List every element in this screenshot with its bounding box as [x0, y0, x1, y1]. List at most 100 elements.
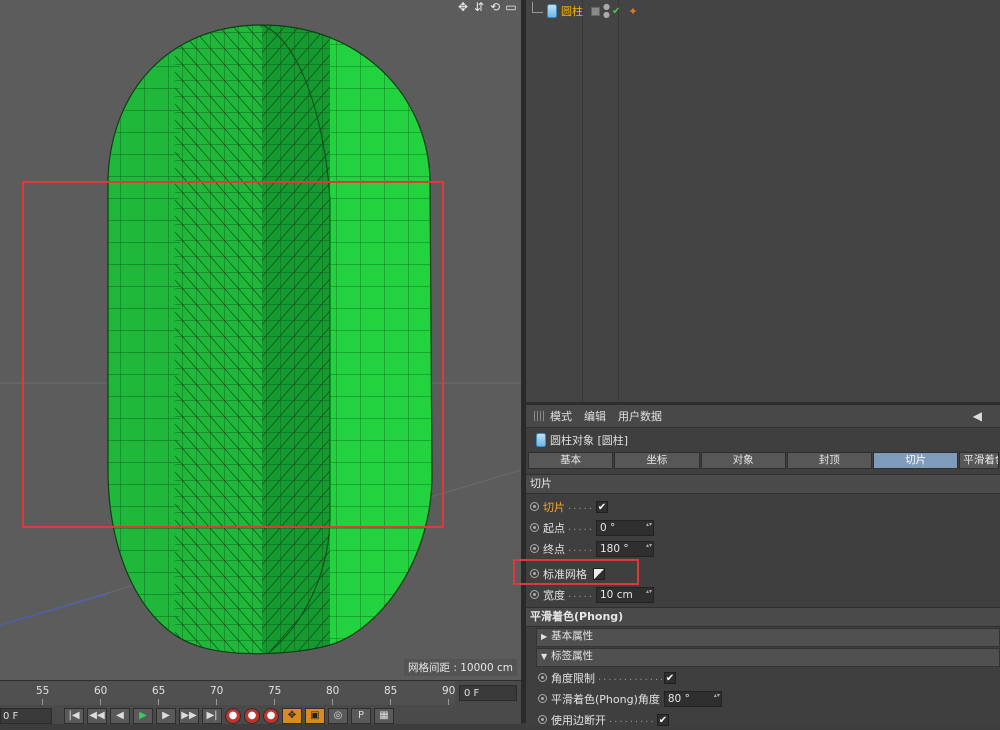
layer-flag-icon[interactable] — [591, 6, 600, 16]
cylinder-mesh[interactable] — [100, 20, 440, 670]
param-label: 切片 — [543, 500, 565, 514]
menu-user-data[interactable]: 用户数据 — [618, 408, 662, 424]
attribute-menu-bar: 模式 编辑 用户数据 ◀ — [526, 405, 1000, 428]
rotation-key-icon[interactable]: ◎ — [328, 708, 348, 724]
auto-key-icon[interactable]: ● — [244, 708, 260, 724]
section-phong-header: 平滑着色(Phong) — [526, 607, 1000, 627]
timeline[interactable]: 55 60 65 70 75 80 85 90 0 F 0 F |◀ ◀◀ ◀ … — [0, 680, 521, 724]
viewport-scene[interactable] — [0, 0, 521, 680]
tab-object[interactable]: 对象 — [700, 452, 786, 469]
param-standard-grid: 标准网格 — [526, 563, 1000, 584]
use-edge-break-checkbox[interactable]: ✔ — [657, 713, 669, 726]
maximize-view-icon[interactable]: ▭ — [505, 0, 517, 16]
visibility-dots-icon[interactable]: ● ● — [603, 3, 610, 19]
timeline-ruler[interactable]: 55 60 65 70 75 80 85 90 — [0, 681, 455, 705]
scale-key-icon[interactable]: ▣ — [305, 708, 325, 724]
start-frame-field[interactable]: 0 F — [0, 708, 52, 724]
back-arrow-icon[interactable]: ◀ — [973, 409, 982, 423]
attribute-tabs: 基本 坐标 对象 封顶 切片 平滑着色 — [528, 452, 1000, 470]
object-row-cylinder[interactable]: 圆柱 ● ● ✔ ✦ — [526, 1, 638, 20]
param-label: 标准网格 — [543, 567, 587, 581]
param-label: 使用边断开 — [551, 713, 606, 727]
current-frame-field[interactable]: 0 F — [459, 685, 517, 701]
animate-radio-icon[interactable] — [530, 544, 539, 553]
param-label: 起点 — [543, 521, 565, 535]
param-angle-limit: 角度限制 .............. ✔ — [526, 667, 1000, 688]
width-field[interactable]: 10 cm — [596, 586, 654, 603]
animate-radio-icon[interactable] — [530, 569, 539, 578]
tab-slice[interactable]: 切片 — [873, 452, 959, 469]
zoom-view-icon[interactable]: ⇵ — [473, 0, 485, 16]
move-key-icon[interactable]: ✥ — [282, 708, 302, 724]
param-slice: 切片 ..... ✔ — [526, 496, 1000, 517]
tick-label: 55 — [36, 685, 50, 697]
tick-label: 65 — [152, 685, 166, 697]
grid-spacing-label: 网格间距 : 10000 cm — [404, 659, 517, 676]
prev-frame-icon[interactable]: ◀ — [110, 708, 130, 724]
viewport-nav-icons: ✥ ⇵ ⟲ ▭ — [457, 0, 517, 16]
cylinder-icon — [547, 4, 557, 18]
attribute-manager: 模式 编辑 用户数据 ◀ 圆柱对象 [圆柱] 基本 坐标 对象 封顶 切片 平滑… — [513, 402, 1000, 727]
tab-basic[interactable]: 基本 — [528, 452, 614, 469]
tick-label: 90 — [442, 685, 456, 697]
keyframe-selection-icon[interactable]: ● — [263, 708, 279, 724]
param-label: 角度限制 — [551, 671, 595, 685]
param-key-icon[interactable]: P — [351, 708, 371, 724]
tick-label: 75 — [268, 685, 282, 697]
subsection-basic-header[interactable]: ▶ 基本属性 — [536, 628, 1000, 647]
section-slice-header: 切片 — [526, 474, 1000, 494]
phong-angle-field[interactable]: 80 ° — [663, 690, 722, 707]
axis-line — [0, 593, 109, 626]
object-title: 圆柱对象 [圆柱] — [550, 434, 629, 447]
tick-label: 80 — [326, 685, 340, 697]
param-start: 起点 ..... 0 ° — [526, 517, 1000, 538]
collapsed-arrow-icon: ▶ — [541, 632, 548, 641]
angle-limit-checkbox[interactable]: ✔ — [664, 671, 676, 684]
param-label: 宽度 — [543, 588, 565, 602]
enabled-check-icon[interactable]: ✔ — [612, 6, 620, 17]
param-label: 终点 — [543, 542, 565, 556]
animate-radio-icon[interactable] — [538, 694, 547, 703]
tab-coord[interactable]: 坐标 — [614, 452, 700, 469]
slice-checkbox[interactable]: ✔ — [596, 500, 608, 513]
go-to-end-icon[interactable]: ▶| — [202, 708, 222, 724]
prev-key-icon[interactable]: ◀◀ — [87, 708, 107, 724]
object-name[interactable]: 圆柱 — [561, 3, 583, 19]
start-angle-field[interactable]: 0 ° — [596, 519, 654, 536]
playback-controls: |◀ ◀◀ ◀ ▶ ▶ ▶▶ ▶| ● ● ● ✥ ▣ ◎ P ▦ — [64, 708, 394, 724]
animate-radio-icon[interactable] — [530, 523, 539, 532]
next-key-icon[interactable]: ▶▶ — [179, 708, 199, 724]
tick-label: 60 — [94, 685, 108, 697]
tab-caps[interactable]: 封顶 — [786, 452, 873, 469]
menu-mode[interactable]: 模式 — [550, 408, 572, 424]
animate-radio-icon[interactable] — [530, 590, 539, 599]
cylinder-icon — [536, 433, 546, 447]
subsection-tag-header[interactable]: ▼ 标签属性 — [536, 648, 1000, 667]
animate-radio-icon[interactable] — [530, 502, 539, 511]
dot-leader: ..... — [568, 501, 594, 512]
next-frame-icon[interactable]: ▶ — [156, 708, 176, 724]
phong-tag-icon[interactable]: ✦ — [628, 5, 637, 18]
tick-label: 70 — [210, 685, 224, 697]
go-to-start-icon[interactable]: |◀ — [64, 708, 84, 724]
standard-grid-checkbox[interactable] — [593, 567, 605, 580]
object-title-row: 圆柱对象 [圆柱] — [526, 428, 1000, 452]
param-phong-angle: 平滑着色(Phong)角度 80 ° — [526, 688, 1000, 709]
rotate-view-icon[interactable]: ⟲ — [489, 0, 501, 16]
menu-edit[interactable]: 编辑 — [584, 408, 606, 424]
end-angle-field[interactable]: 180 ° — [596, 540, 654, 557]
3d-viewport[interactable]: ✥ ⇵ ⟲ ▭ 网格间距 : 10000 cm — [0, 0, 521, 680]
dot-leader: ..... — [568, 522, 594, 533]
play-icon[interactable]: ▶ — [133, 708, 153, 724]
dot-leader: .............. — [598, 672, 662, 683]
pla-key-icon[interactable]: ▦ — [374, 708, 394, 724]
object-manager[interactable]: 圆柱 ● ● ✔ ✦ — [526, 0, 1000, 402]
tab-phong[interactable]: 平滑着色 — [959, 452, 1000, 469]
dot-leader: ..... — [568, 589, 594, 600]
record-icon[interactable]: ● — [225, 708, 241, 724]
move-view-icon[interactable]: ✥ — [457, 0, 469, 16]
param-end: 终点 ..... 180 ° — [526, 538, 1000, 559]
animate-radio-icon[interactable] — [538, 673, 547, 682]
dot-leader: .......... — [609, 714, 655, 725]
tree-branch — [532, 1, 543, 13]
